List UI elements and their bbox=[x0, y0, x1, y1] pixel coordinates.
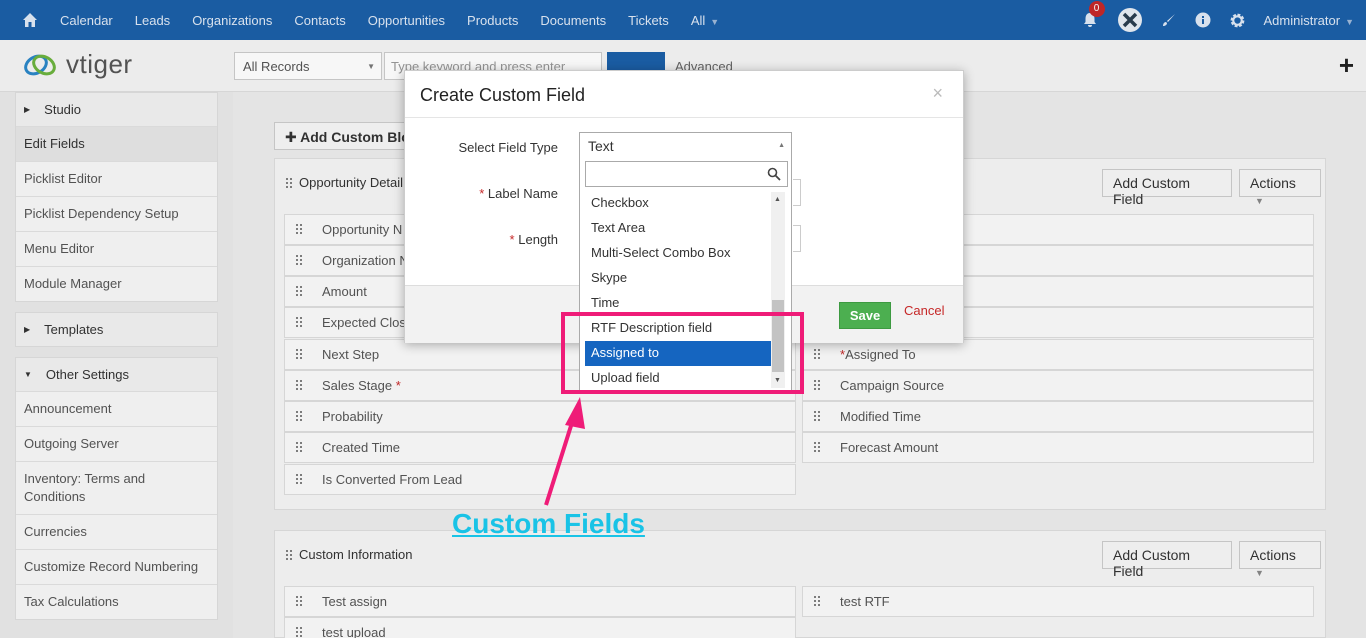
annotation-arrow bbox=[544, 397, 585, 506]
annotation-label: Custom Fields bbox=[452, 508, 645, 539]
